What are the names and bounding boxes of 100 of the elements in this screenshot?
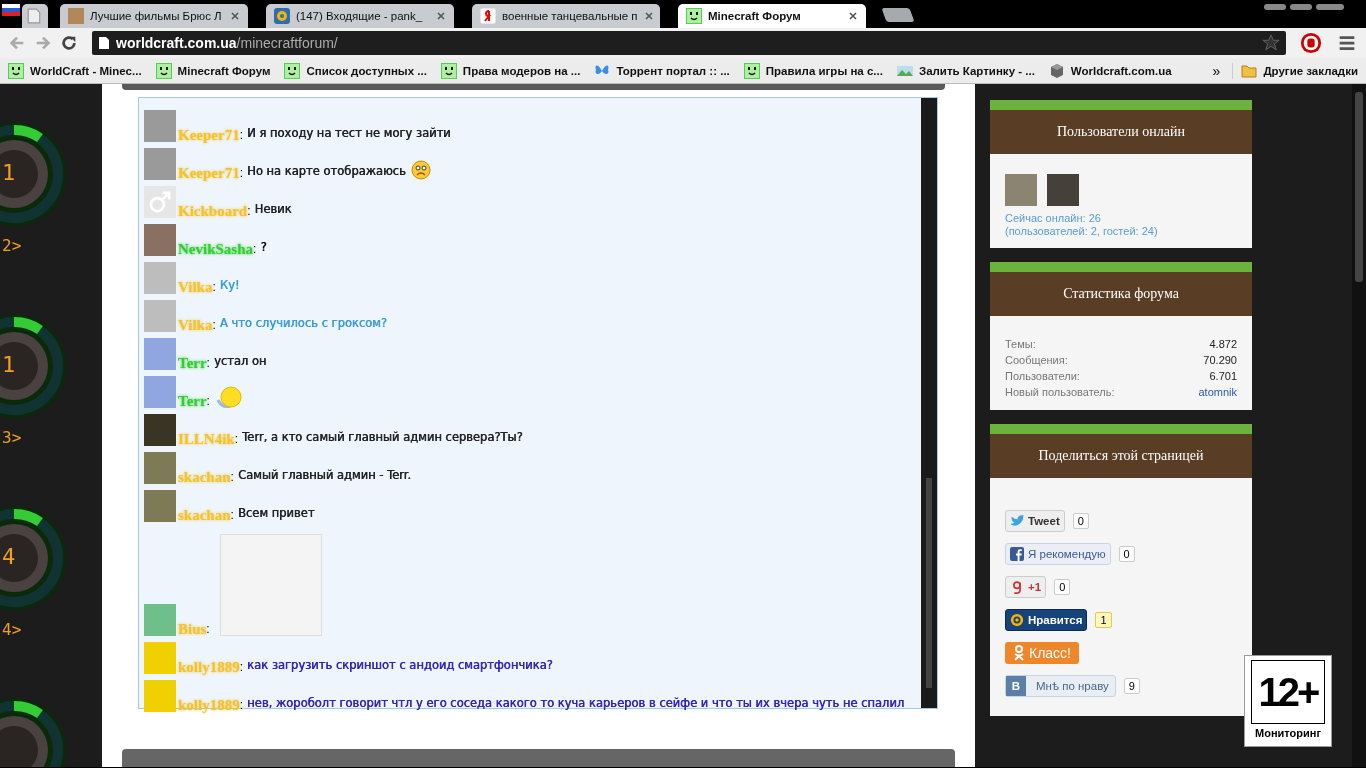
user-avatar <box>144 679 176 712</box>
creeper-face-icon <box>155 62 172 79</box>
server-number: 1 <box>2 352 16 377</box>
share-button[interactable]: В Мнѣ по нраву <box>1005 674 1116 697</box>
colon-separator: : <box>234 431 239 446</box>
server-label[interactable]: 4> <box>2 620 22 639</box>
user-avatar <box>144 337 176 370</box>
user-link[interactable]: atomnik <box>1198 384 1237 400</box>
bookmark[interactable]: Worldcraft.com.ua <box>1048 62 1172 79</box>
creeper-face-icon <box>743 62 760 79</box>
minimize-button[interactable] <box>1264 4 1286 10</box>
user-avatar <box>144 413 176 446</box>
bookmark[interactable]: Права модеров на ... <box>440 62 581 79</box>
server-label[interactable]: 3> <box>2 428 22 447</box>
stat-value: 4.872 <box>1209 337 1237 352</box>
y-logo-icon <box>480 8 496 24</box>
bookmark[interactable]: Список доступных ... <box>284 62 427 79</box>
message-text: Всем привет <box>237 505 315 520</box>
page-icon <box>98 36 110 50</box>
rating-caption: Мониторинг <box>1255 727 1321 739</box>
bookmark[interactable]: Minecraft Форум <box>155 62 271 79</box>
vk-badge: В <box>1006 675 1026 696</box>
user-avatar <box>144 641 176 674</box>
letter-f-icon <box>1010 546 1024 561</box>
share-button[interactable]: +1 <box>1005 575 1047 598</box>
user-avatar <box>144 223 176 256</box>
stat-label: Сообщения: <box>1005 353 1068 368</box>
user-avatar <box>144 261 176 294</box>
message-text: Terr, а кто самый главный админ сервера?Ты? <box>242 429 523 444</box>
maximize-button[interactable] <box>1290 4 1312 10</box>
user-avatar <box>144 489 176 522</box>
scrollbar[interactable] <box>921 97 937 708</box>
colon-separator: : <box>239 127 243 142</box>
close-icon[interactable] <box>848 11 858 21</box>
address-bar[interactable]: worldcraft.com.ua/minecraftforum/ <box>92 31 1286 55</box>
colon-separator: : <box>230 507 234 522</box>
server-number: 1 <box>2 160 16 185</box>
share-count: 0 <box>1054 578 1071 595</box>
folder-icon <box>1241 62 1258 79</box>
browser-tab[interactable]: Лучшие фильмы Брюс Л <box>60 4 248 28</box>
message-text: как загрузить скриншот с андоид смартфончика? <box>247 657 553 672</box>
panel-title: Поделиться этой страницей <box>1038 447 1204 464</box>
close-button[interactable] <box>1316 4 1344 10</box>
colon-separator: : <box>239 165 243 180</box>
bookmark[interactable]: Правила игры на с... <box>743 62 883 79</box>
bookmark[interactable]: Торрент портал :: ... <box>594 62 730 79</box>
more-bookmarks-button[interactable]: » <box>1212 62 1221 79</box>
share-button[interactable]: Tweet <box>1005 509 1065 532</box>
close-icon[interactable] <box>643 11 654 21</box>
age-rating-badge[interactable]: 12+ Мониторинг <box>1244 655 1332 747</box>
browser-tab[interactable]: (147) Входящие - pank_ <box>266 4 454 28</box>
close-icon[interactable] <box>230 11 240 21</box>
share-button[interactable]: Нравится <box>1005 608 1088 631</box>
message-text: Но на карте отображаюсь <box>247 163 406 178</box>
stat-label: Темы: <box>1005 337 1036 352</box>
browser-tab[interactable]: военные танцевальные п <box>472 4 660 28</box>
message-text: А что случилось с гроксом? <box>219 315 387 330</box>
share-count: 0 <box>1072 512 1089 529</box>
close-icon[interactable] <box>436 11 446 21</box>
share-button[interactable]: Я рекомендую <box>1005 542 1111 565</box>
panel-title: Статистика форума <box>1063 285 1179 302</box>
stat-label: Пользователи: <box>1005 369 1080 384</box>
reload-icon[interactable] <box>60 34 78 52</box>
user-avatar <box>144 451 176 484</box>
message-text: И я походу на тест не могу зайти <box>247 125 451 140</box>
g-logo-icon <box>1010 579 1024 594</box>
stop-hand-icon[interactable] <box>1300 32 1322 54</box>
url-text: worldcraft.com.ua/minecraftforum/ <box>116 35 339 51</box>
scrollbar[interactable] <box>1352 84 1366 767</box>
cube-icon <box>1048 62 1065 79</box>
sad-face-icon <box>410 159 431 180</box>
browser-tab[interactable]: Minecraft Форум <box>678 4 866 28</box>
bird-icon <box>1010 513 1024 528</box>
age-rating: 12+ <box>1251 660 1325 724</box>
colon-separator: : <box>206 393 210 408</box>
server-label[interactable]: 2> <box>2 236 22 255</box>
share-count: 0 <box>1118 545 1135 562</box>
panel-title: Пользователи онлайн <box>1057 123 1185 140</box>
bookmark-folder[interactable]: Другие закладки <box>1232 62 1358 79</box>
user-avatar <box>144 147 176 180</box>
page-icon <box>26 8 42 24</box>
colon-separator: : <box>206 621 210 636</box>
stat-label: Новый пользователь: <box>1005 385 1115 400</box>
creeper-face-icon <box>8 62 24 79</box>
star-icon[interactable] <box>1262 34 1280 52</box>
new-tab-button[interactable] <box>881 8 915 22</box>
colon-separator: : <box>239 659 244 674</box>
colon-separator: : <box>206 355 210 370</box>
colon-separator: : <box>212 317 216 332</box>
browser-tab[interactable] <box>22 4 48 28</box>
colon-separator: : <box>230 469 234 484</box>
bookmark[interactable]: Залить Картинку - ... <box>896 62 1035 79</box>
share-count: 9 <box>1123 677 1140 694</box>
server-number: 4 <box>2 544 16 569</box>
stat-value: 70.290 <box>1203 353 1237 368</box>
colon-separator: : <box>212 279 216 294</box>
bookmark[interactable]: WorldCraft - Minec... <box>8 62 142 79</box>
stat-value: 6.701 <box>1209 369 1237 384</box>
photo-placeholder <box>68 8 84 24</box>
flag-icon <box>2 4 20 16</box>
